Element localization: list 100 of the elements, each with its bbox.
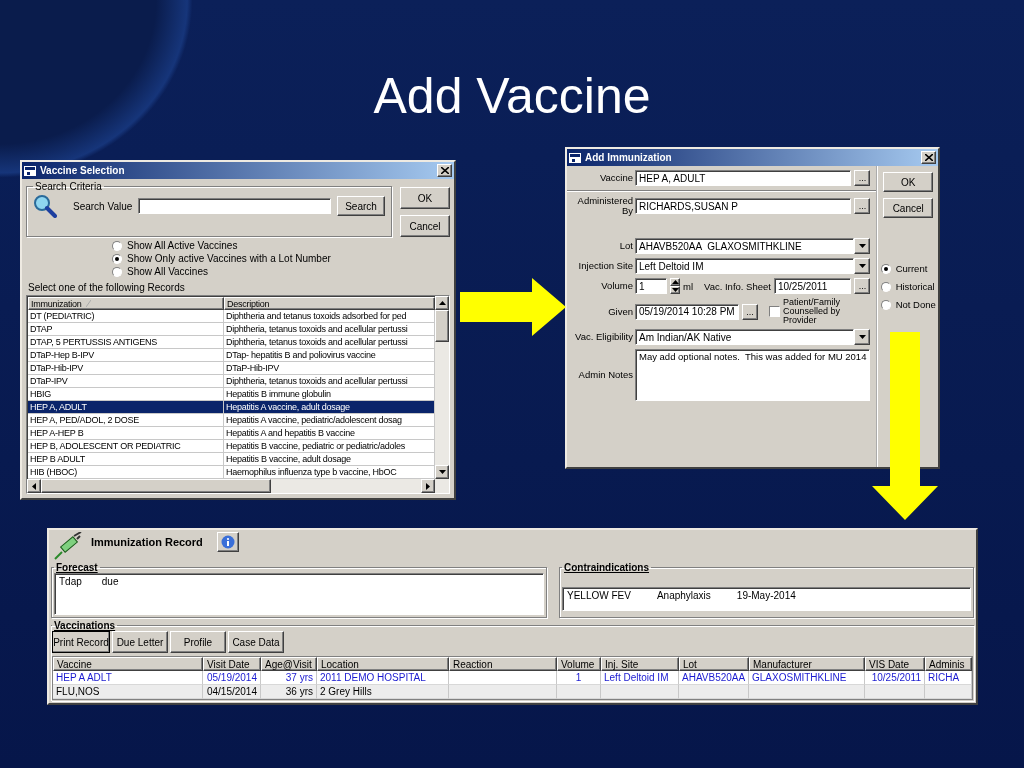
close-button[interactable]: [437, 164, 452, 177]
column-header[interactable]: Age@Visit: [261, 657, 317, 671]
administered-by-field[interactable]: RICHARDS,SUSAN P: [635, 198, 852, 214]
toolbar-button[interactable]: Profile: [170, 631, 226, 653]
slide-title: Add Vaccine: [373, 67, 651, 126]
column-header[interactable]: Vaccine: [53, 657, 203, 671]
eligibility-dropdown[interactable]: Am Indian/AK Native: [635, 329, 855, 345]
scroll-down-button[interactable]: [435, 465, 449, 479]
dropdown-arrow-icon: [671, 288, 679, 292]
right-arrow-icon: [426, 482, 430, 490]
group-label: Forecast: [55, 562, 99, 573]
radio-button[interactable]: [112, 266, 122, 277]
browse-button[interactable]: ...: [854, 170, 871, 186]
scroll-left-button[interactable]: [27, 479, 41, 493]
column-header[interactable]: Description: [224, 297, 435, 310]
browse-button[interactable]: ...: [854, 278, 871, 294]
scroll-thumb[interactable]: [41, 479, 271, 493]
checkbox[interactable]: [769, 306, 780, 317]
notes-field[interactable]: May add optional notes. This was added for MU 2014: [635, 349, 871, 401]
panel-title: Immunization Record: [91, 536, 203, 548]
radio-button[interactable]: [112, 240, 122, 251]
spinner[interactable]: [670, 278, 680, 294]
scroll-thumb[interactable]: [435, 310, 449, 342]
close-button[interactable]: [921, 151, 936, 164]
list-label: Select one of the following Records: [27, 281, 186, 295]
forecast-status: due: [101, 576, 119, 587]
dropdown-button[interactable]: [854, 238, 871, 254]
list-row[interactable]: HEP B ADULT Hepatitis B vaccine, adult dosage: [28, 453, 435, 466]
list-row[interactable]: HEP A, PED/ADOL, 2 DOSE Hepatitis A vaccine, pediatric/adolescent dosag: [28, 414, 435, 427]
list-row[interactable]: DTaP-Hib-IPV DTaP-Hib-IPV: [28, 362, 435, 375]
dropdown-button[interactable]: [854, 258, 871, 274]
search-button[interactable]: Search: [337, 196, 385, 216]
scroll-up-button[interactable]: [435, 296, 449, 310]
browse-button[interactable]: ...: [742, 303, 758, 320]
radio-button[interactable]: [880, 263, 891, 274]
table-row[interactable]: FLU,NOS 04/15/2014 36 yrs 2 Grey Hills: [53, 685, 972, 699]
field-label: Vac. Eligibility: [574, 332, 633, 342]
contraindication-reaction: Anaphylaxis: [656, 590, 711, 601]
horizontal-scrollbar[interactable]: [27, 479, 449, 493]
list-row[interactable]: HBIG Hepatitis B immune globulin: [28, 388, 435, 401]
field-label: Lot: [618, 241, 633, 251]
toolbar-button[interactable]: Due Letter: [112, 631, 168, 653]
table-cell: DTAP, 5 PERTUSSIS ANTIGENS: [28, 336, 224, 348]
toolbar-button[interactable]: Case Data: [228, 631, 284, 653]
list-row[interactable]: DTAP, 5 PERTUSSIS ANTIGENS Diphtheria, tetanus toxoids and acellular pertussi: [28, 336, 435, 349]
radio-label: Historical: [895, 281, 935, 292]
list-row[interactable]: HEP B, ADOLESCENT OR PEDIATRIC Hepatitis B vaccine, pediatric or pediatric/adoles: [28, 440, 435, 453]
column-header[interactable]: Reaction: [449, 657, 557, 671]
info-button[interactable]: [216, 532, 239, 552]
column-header[interactable]: Location: [317, 657, 449, 671]
table-cell: DTaP-Hib-IPV: [28, 362, 224, 374]
radio-button[interactable]: [112, 253, 122, 264]
ok-button[interactable]: OK: [400, 187, 450, 209]
dropdown-arrow-icon: [858, 335, 866, 339]
radio-label: Not Done: [895, 299, 936, 310]
column-header[interactable]: VIS Date: [865, 657, 925, 671]
column-header[interactable]: Manufacturer: [749, 657, 865, 671]
vertical-scrollbar[interactable]: [435, 296, 449, 479]
radio-label: Show All Vaccines: [127, 266, 208, 277]
browse-button[interactable]: ...: [854, 198, 871, 214]
window-title: Add Immunization: [585, 152, 673, 163]
column-header[interactable]: Inj. Site: [601, 657, 679, 671]
unit-label: ml: [683, 280, 694, 292]
table-cell: 2011 DEMO HOSPITAL: [320, 672, 426, 683]
column-header[interactable]: Volume: [557, 657, 601, 671]
table-row[interactable]: HEP A ADLT 05/19/2014 37 yrs 2011 DEMO HOSPITAL 1 Left Deltoid IM AHAVB520AA GLAXOSMITHKLINE 10/25/2011 RICHA: [53, 671, 972, 685]
dropdown-button[interactable]: [854, 329, 871, 345]
list-row[interactable]: DT (PEDIATRIC) Diphtheria and tetanus toxoids adsorbed for ped: [28, 310, 435, 323]
list-row[interactable]: HEP A-HEP B Hepatitis A and hepatitis B vaccine: [28, 427, 435, 440]
scroll-right-button[interactable]: [421, 479, 435, 493]
list-row[interactable]: DTaP-IPV Diphtheria, tetanus toxoids and acellular pertussi: [28, 375, 435, 388]
radio-button[interactable]: [880, 281, 891, 292]
volume-field[interactable]: 1: [635, 278, 667, 294]
given-date-field[interactable]: 05/19/2014 10:28 PM: [635, 303, 739, 320]
column-header[interactable]: Immunization: [28, 297, 224, 310]
list-row[interactable]: DTaP-Hep B-IPV DTap- hepatitis B and poliovirus vaccine: [28, 349, 435, 362]
column-header[interactable]: Adminis: [925, 657, 972, 671]
vaccine-field[interactable]: HEP A, ADULT: [635, 170, 852, 186]
vis-date-field[interactable]: 10/25/2011: [773, 278, 852, 294]
column-header[interactable]: Lot: [679, 657, 749, 671]
list-row[interactable]: DTAP Diphtheria, tetanus toxoids and acellular pertussi: [28, 323, 435, 336]
search-field[interactable]: [138, 198, 331, 214]
toolbar-button[interactable]: Print Record: [52, 631, 110, 653]
list-row[interactable]: HEP A, ADULT Hepatitis A vaccine, adult dosage: [28, 401, 435, 414]
group-label: Vaccinations: [53, 620, 117, 631]
cancel-button[interactable]: Cancel: [400, 215, 450, 237]
column-header[interactable]: Visit Date: [203, 657, 261, 671]
injection-site-dropdown[interactable]: Left Deltoid IM: [635, 258, 855, 274]
window-title: Vaccine Selection: [40, 165, 126, 176]
dropdown-arrow-icon: [438, 470, 446, 474]
table-cell: 05/19/2014: [206, 672, 257, 683]
list-row[interactable]: HIB (HBOC) Haemophilus influenza type b vaccine, HbOC: [28, 466, 435, 479]
radio-label: Show All Active Vaccines: [127, 240, 238, 251]
table-cell: HEP B, ADOLESCENT OR PEDIATRIC: [28, 440, 224, 452]
lot-dropdown[interactable]: AHAVB520AA GLAXOSMITHKLINE: [635, 238, 855, 254]
table-cell: HEP A-HEP B: [28, 427, 224, 439]
cancel-button[interactable]: Cancel: [883, 198, 934, 218]
radio-button[interactable]: [880, 299, 891, 310]
close-icon: [440, 167, 449, 174]
ok-button[interactable]: OK: [883, 172, 934, 192]
